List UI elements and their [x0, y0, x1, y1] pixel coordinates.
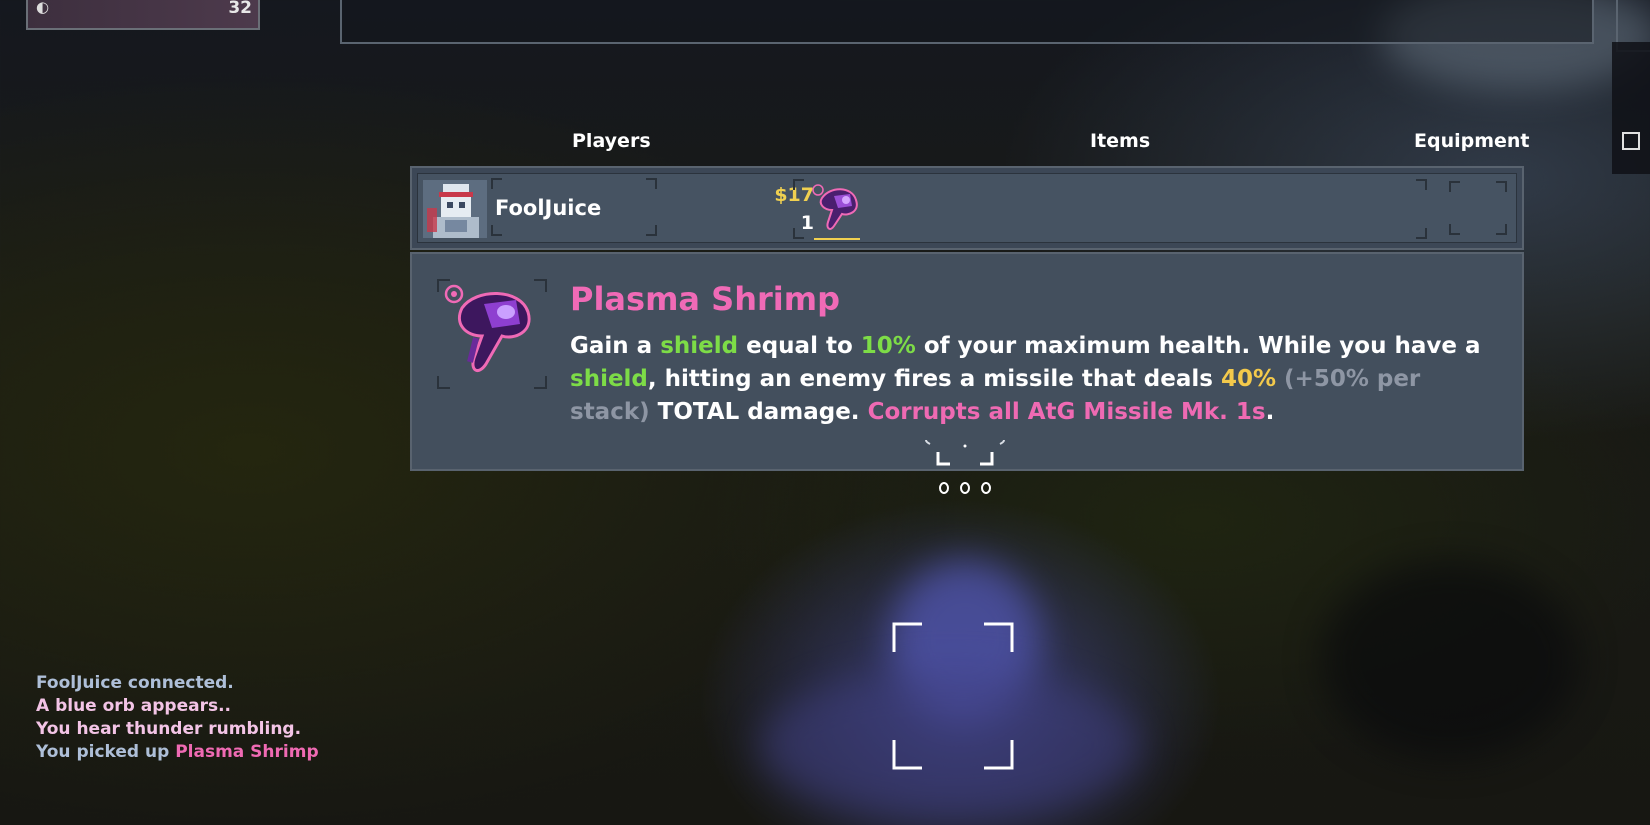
- tooltip-title: Plasma Shrimp: [570, 280, 840, 318]
- lunar-coin-icon: ◐: [36, 0, 50, 16]
- player-portrait: [423, 180, 487, 238]
- chat-line-1: FoolJuice connected.: [36, 673, 234, 693]
- objective-bar: [340, 0, 1594, 44]
- chat-log: FoolJuice connected. A blue orb appears.…: [36, 672, 319, 764]
- top-counter-box: ◐ 32: [26, 0, 260, 30]
- tooltip-description: Gain a shield equal to 10% of your maxim…: [570, 333, 1481, 425]
- scoreboard-panel: FoolJuice $17 1: [410, 166, 1524, 250]
- items-inventory: [792, 178, 1428, 240]
- header-players: Players: [572, 130, 651, 152]
- teleporter-crosshair: [925, 439, 1005, 494]
- chat-item-name: Plasma Shrimp: [175, 742, 319, 762]
- side-panel: [1612, 42, 1650, 174]
- header-equipment: Equipment: [1414, 130, 1530, 152]
- chat-line-4: You picked up Plasma Shrimp: [36, 742, 319, 762]
- value-shield-percent: 10%: [860, 333, 916, 359]
- plasma-shrimp-icon[interactable]: [808, 180, 866, 240]
- plasma-shrimp-large-icon: [436, 278, 548, 390]
- keyword-shield: shield: [660, 333, 739, 359]
- equipment-slot[interactable]: [1448, 180, 1508, 236]
- top-counter-value: 32: [228, 0, 252, 18]
- value-damage-percent: 40%: [1220, 366, 1277, 392]
- square-icon: [1622, 132, 1640, 150]
- player-name: FoolJuice: [495, 196, 602, 220]
- chat-line-3: You hear thunder rumbling.: [36, 719, 302, 739]
- dark-rock: [1320, 560, 1580, 760]
- header-items: Items: [1090, 130, 1151, 152]
- player-row[interactable]: FoolJuice $17 1: [417, 173, 1517, 243]
- keyword-shield-2: shield: [570, 366, 648, 392]
- chat-line-2: A blue orb appears..: [36, 696, 232, 716]
- targeting-crosshair: [892, 622, 1014, 770]
